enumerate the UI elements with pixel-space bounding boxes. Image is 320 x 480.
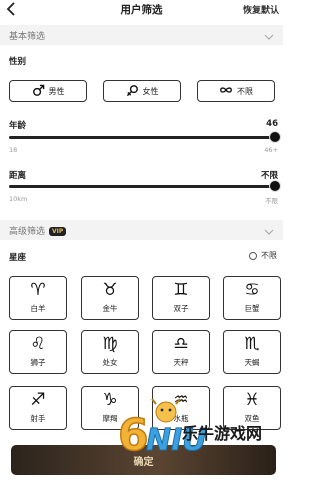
- gender-female-button[interactable]: 女性: [103, 80, 181, 102]
- chevron-down-icon: [263, 223, 275, 242]
- basic-filter-label: 基本筛选: [9, 32, 46, 42]
- radio-circle-icon: [249, 251, 257, 260]
- zodiac-symbol-icon: ♈: [30, 280, 46, 300]
- zodiac-label: 星座: [9, 253, 27, 263]
- male-icon: [32, 84, 49, 99]
- chevron-down-icon: [263, 28, 275, 47]
- age-label: 年龄: [9, 121, 27, 131]
- top-bar: 用户筛选 恢复默认: [0, 0, 283, 20]
- gender-unlimited-button[interactable]: 不限: [197, 80, 275, 102]
- infinity-icon: [219, 85, 237, 97]
- basic-filter-section[interactable]: 基本筛选: [0, 25, 283, 45]
- zodiac-symbol-icon: ♍: [102, 334, 118, 354]
- distance-slider-handle[interactable]: [270, 181, 280, 191]
- gender-label: 性别: [9, 57, 27, 67]
- zodiac-sign-button[interactable]: ♈ 白羊: [9, 276, 67, 320]
- zodiac-sign-label: 天蝎: [244, 358, 260, 367]
- zodiac-unlimited-radio[interactable]: 不限: [249, 250, 277, 261]
- zodiac-sign-button[interactable]: ♍ 处女: [81, 330, 139, 374]
- zodiac-sign-label: 白羊: [30, 304, 46, 313]
- zodiac-sign-label: 射手: [30, 414, 46, 423]
- age-slider-track[interactable]: [9, 136, 278, 139]
- gender-male-label: 男性: [48, 86, 65, 96]
- svg-text:6: 6: [118, 410, 149, 458]
- vip-badge: VIP: [49, 227, 67, 236]
- zodiac-symbol-icon: ♌: [30, 334, 46, 354]
- gender-male-button[interactable]: 男性: [9, 80, 87, 102]
- advanced-filter-section[interactable]: 高级筛选 VIP: [0, 220, 283, 240]
- zodiac-sign-button[interactable]: ♐ 射手: [9, 386, 67, 430]
- distance-label: 距离: [9, 171, 27, 181]
- gender-unlimited-label: 不限: [237, 86, 253, 96]
- watermark-text: 乐牛游戏网: [182, 424, 263, 443]
- zodiac-sign-button[interactable]: ♏ 天蝎: [223, 330, 281, 374]
- zodiac-sign-button[interactable]: ♎ 天秤: [152, 330, 210, 374]
- zodiac-unlimited-label: 不限: [261, 251, 277, 260]
- zodiac-sign-label: 金牛: [102, 304, 118, 313]
- zodiac-sign-label: 狮子: [30, 358, 46, 367]
- zodiac-sign-button[interactable]: ♌ 狮子: [9, 330, 67, 374]
- zodiac-sign-button[interactable]: ♉ 金牛: [81, 276, 139, 320]
- zodiac-sign-label: 巨蟹: [244, 304, 260, 313]
- zodiac-symbol-icon: ♏: [244, 334, 260, 354]
- zodiac-sign-label: 双子: [173, 304, 189, 313]
- zodiac-symbol-icon: ♉: [102, 280, 118, 300]
- advanced-filter-text: 高级筛选: [9, 227, 46, 237]
- distance-slider-track[interactable]: [9, 185, 278, 188]
- age-value: 46: [266, 119, 278, 129]
- zodiac-sign-label: 处女: [102, 358, 118, 367]
- zodiac-symbol-icon: ♋: [244, 280, 260, 300]
- gender-female-label: 女性: [142, 86, 159, 96]
- age-slider-handle[interactable]: [270, 132, 280, 142]
- advanced-filter-label: 高级筛选 VIP: [9, 224, 67, 237]
- zodiac-symbol-icon: ♊: [173, 280, 189, 300]
- distance-min-label: 10km: [9, 195, 28, 203]
- age-min-label: 18: [9, 146, 18, 154]
- zodiac-symbol-icon: ♎: [173, 334, 189, 354]
- distance-max-label: 不限: [265, 197, 278, 205]
- zodiac-sign-label: 天秤: [173, 358, 189, 367]
- zodiac-sign-button[interactable]: ♋ 巨蟹: [223, 276, 281, 320]
- reset-default-button[interactable]: 恢复默认: [243, 3, 279, 16]
- zodiac-sign-button[interactable]: ♊ 双子: [152, 276, 210, 320]
- distance-value: 不限: [260, 171, 278, 181]
- zodiac-symbol-icon: ♐: [30, 390, 46, 410]
- age-max-label: 46+: [264, 146, 278, 154]
- page-title: 用户筛选: [120, 4, 163, 16]
- female-icon: [126, 84, 143, 99]
